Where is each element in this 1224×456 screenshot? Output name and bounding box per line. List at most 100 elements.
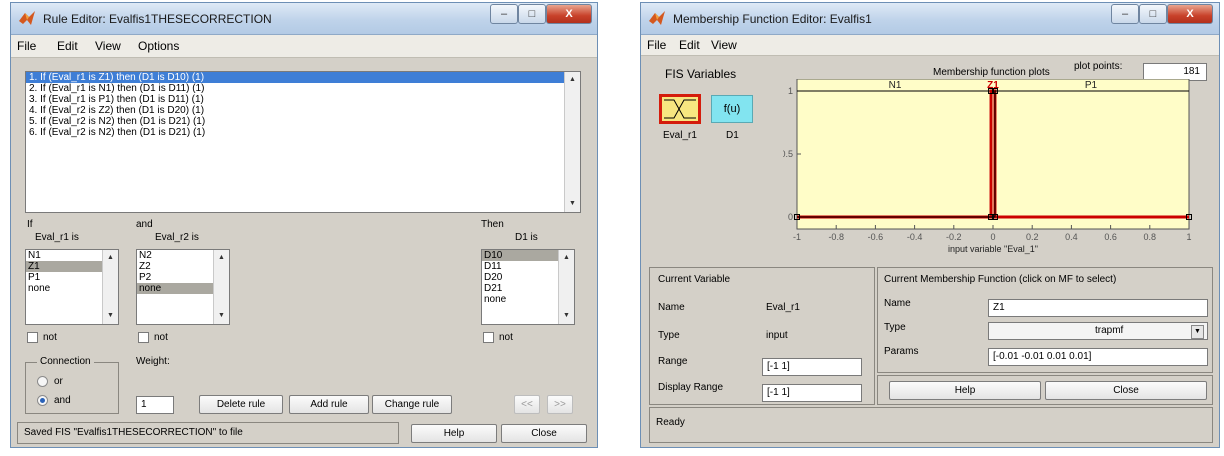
add-rule-button[interactable]: Add rule: [289, 395, 369, 414]
x-tick-label: -0.4: [907, 232, 923, 242]
plot-area: [796, 79, 1190, 230]
output-block-text: f(u): [723, 103, 741, 115]
weight-input[interactable]: 1: [136, 396, 174, 414]
mf-params-label: Params: [884, 346, 919, 357]
input-variable-label: Eval_r1: [663, 130, 697, 141]
input-variable-block[interactable]: [659, 94, 701, 124]
range-input[interactable]: [-1 1]: [762, 358, 862, 376]
mf-name-input[interactable]: Z1: [988, 299, 1208, 317]
x-tick-label: 1: [1186, 232, 1191, 242]
rule-status-panel: Saved FIS "Evalfis1THESECORRECTION" to f…: [17, 422, 399, 444]
x-tick-label: -0.8: [828, 232, 844, 242]
rule-item[interactable]: 2. If (Eval_r1 is N1) then (D1 is D11) (…: [26, 83, 580, 94]
scroll-up-icon[interactable]: ▲: [214, 251, 229, 265]
y-tick-label: 0: [788, 212, 793, 222]
input1-listbox[interactable]: N1 Z1 P1 none ▲ ▼: [25, 249, 119, 325]
and-radio[interactable]: [37, 395, 48, 406]
chevron-down-icon: ▼: [1191, 325, 1204, 339]
cv-type-label: Type: [658, 330, 680, 341]
delete-rule-button[interactable]: Delete rule: [199, 395, 283, 414]
not-label-input1: not: [43, 332, 57, 343]
change-rule-button[interactable]: Change rule: [372, 395, 452, 414]
rule-item[interactable]: 1. If (Eval_r1 is Z1) then (D1 is D10) (…: [26, 72, 580, 83]
and-radio-label: and: [54, 395, 71, 406]
menu-options[interactable]: Options: [138, 39, 179, 53]
minimize-button[interactable]: –: [490, 4, 518, 24]
x-tick-label: -0.6: [868, 232, 884, 242]
mf-name-label: Name: [884, 298, 911, 309]
rule-editor-window: Rule Editor: Evalfis1THESECORRECTION – □…: [10, 2, 598, 448]
plot-title: Membership function plots: [933, 67, 1050, 78]
cv-range-label: Range: [658, 356, 688, 367]
weight-label: Weight:: [136, 356, 170, 367]
input1-label: Eval_r1 is: [35, 232, 79, 243]
output-listbox[interactable]: D10 D11 D20 D21 none ▲ ▼: [481, 249, 575, 325]
close-window-button[interactable]: X: [1167, 4, 1213, 24]
current-mf-panel: Current Membership Function (click on MF…: [877, 267, 1213, 373]
cv-name-label: Name: [658, 302, 685, 313]
or-radio[interactable]: [37, 376, 48, 387]
mf-editor-window: Membership Function Editor: Evalfis1 – □…: [640, 2, 1220, 448]
output-variable-block[interactable]: f(u): [711, 95, 753, 123]
rule-help-button[interactable]: Help: [411, 424, 497, 443]
menu-view[interactable]: View: [95, 39, 121, 53]
mf-help-button[interactable]: Help: [889, 381, 1041, 400]
maximize-button[interactable]: □: [1139, 4, 1167, 24]
mf-status-text: Ready: [656, 417, 685, 428]
close-window-button[interactable]: X: [546, 4, 592, 24]
rule-list[interactable]: 1. If (Eval_r1 is Z1) then (D1 is D10) (…: [25, 71, 581, 213]
menu-edit[interactable]: Edit: [679, 38, 700, 52]
membership-function-plot[interactable]: -1 -0.8 -0.6 -0.4 -0.2 0 0.2 0.4 0.6 0.8 1 0 0.5 1 inp…: [783, 79, 1203, 269]
rule-item[interactable]: 3. If (Eval_r1 is P1) then (D1 is D11) (…: [26, 94, 580, 105]
display-range-input[interactable]: [-1 1]: [762, 384, 862, 402]
mf-editor-titlebar[interactable]: Membership Function Editor: Evalfis1 – □…: [641, 3, 1219, 35]
input2-listbox[interactable]: N2 Z2 P2 none ▲ ▼: [136, 249, 230, 325]
minimize-button[interactable]: –: [1111, 4, 1139, 24]
plot-points-label: plot points:: [1074, 61, 1123, 72]
cv-name-value: Eval_r1: [766, 302, 800, 313]
rule-item[interactable]: 5. If (Eval_r2 is N2) then (D1 is D21) (…: [26, 116, 580, 127]
menu-view[interactable]: View: [711, 38, 737, 52]
cv-display-range-label: Display Range: [658, 382, 724, 393]
mf-label-N1: N1: [889, 80, 902, 91]
not-label-output: not: [499, 332, 513, 343]
x-tick-label: -1: [793, 232, 801, 242]
mf-status-panel: Ready: [649, 407, 1213, 443]
y-tick-label: 0.5: [783, 149, 793, 159]
not-label-input2: not: [154, 332, 168, 343]
not-checkbox-input2[interactable]: [138, 332, 149, 343]
x-tick-label: 0.4: [1065, 232, 1078, 242]
x-tick-label: 0: [990, 232, 995, 242]
input2-label: Eval_r2 is: [155, 232, 199, 243]
maximize-button[interactable]: □: [518, 4, 546, 24]
scroll-up-icon[interactable]: ▲: [559, 251, 574, 265]
mf-editor-menubar: File Edit View: [641, 35, 1219, 56]
scroll-down-icon[interactable]: ▼: [559, 309, 574, 323]
mf-type-select[interactable]: trapmf ▼: [988, 322, 1208, 340]
rule-item[interactable]: 4. If (Eval_r2 is Z2) then (D1 is D20) (…: [26, 105, 580, 116]
next-rule-button[interactable]: >>: [547, 395, 573, 414]
rule-close-button[interactable]: Close: [501, 424, 587, 443]
prev-rule-button[interactable]: <<: [514, 395, 540, 414]
mf-params-input[interactable]: [-0.01 -0.01 0.01 0.01]: [988, 348, 1208, 366]
scroll-down-icon[interactable]: ▼: [565, 197, 580, 211]
rule-item[interactable]: 6. If (Eval_r2 is N2) then (D1 is D21) (…: [26, 127, 580, 138]
not-checkbox-output[interactable]: [483, 332, 494, 343]
rule-editor-title: Rule Editor: Evalfis1THESECORRECTION: [43, 12, 272, 26]
rule-editor-titlebar[interactable]: Rule Editor: Evalfis1THESECORRECTION – □…: [11, 3, 597, 35]
mf-shape-icon: [664, 99, 696, 119]
menu-file[interactable]: File: [17, 39, 36, 53]
mf-close-button[interactable]: Close: [1045, 381, 1207, 400]
menu-edit[interactable]: Edit: [57, 39, 78, 53]
fis-variables-label: FIS Variables: [665, 67, 737, 81]
not-checkbox-input1[interactable]: [27, 332, 38, 343]
scroll-down-icon[interactable]: ▼: [103, 309, 118, 323]
scroll-up-icon[interactable]: ▲: [103, 251, 118, 265]
menu-file[interactable]: File: [647, 38, 666, 52]
scroll-up-icon[interactable]: ▲: [565, 73, 580, 87]
x-tick-label: -0.2: [946, 232, 962, 242]
scroll-down-icon[interactable]: ▼: [214, 309, 229, 323]
rule-list-scrollbar[interactable]: ▲ ▼: [564, 72, 580, 212]
mf-label-P1: P1: [1085, 80, 1098, 91]
x-tick-label: 0.6: [1104, 232, 1117, 242]
